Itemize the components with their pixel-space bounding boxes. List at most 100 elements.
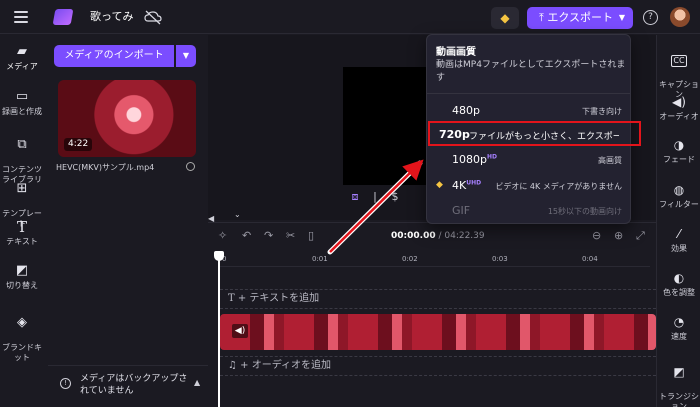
export-label: エクスポート <box>547 11 614 24</box>
scissors-icon[interactable]: ✂ <box>286 229 295 242</box>
rnav-effects[interactable]: ⁄ 効果 <box>657 227 700 254</box>
option-4k[interactable]: ◆ 4KUHD ビデオに 4K メディアがありません <box>427 176 630 196</box>
rnav-label: 速度 <box>671 332 687 341</box>
text-icon: T <box>16 218 27 236</box>
music-note-icon: ♫ <box>228 360 237 371</box>
nav-label: 録画と作成 <box>2 107 42 116</box>
speaker-icon: ◀) <box>672 95 686 109</box>
rnav-filters[interactable]: ◍ フィルター <box>657 183 700 210</box>
rnav-captions[interactable]: CC キャプショ ン <box>657 45 700 100</box>
video-preview[interactable] <box>343 67 429 185</box>
zoom-in-icon[interactable]: ⊕ <box>614 229 623 242</box>
nav-item-brand-kit[interactable]: ◈ ブランドキ ット <box>0 306 44 363</box>
rnav-label: オーディオ <box>659 112 699 121</box>
playhead[interactable] <box>214 251 224 407</box>
rnav-color[interactable]: ◐ 色を調整 <box>657 271 700 298</box>
menu-description: 動画はMP4ファイルとしてエクスポートされます <box>436 60 626 83</box>
nav-item-transitions[interactable]: ◩ 切り替え <box>0 264 44 291</box>
rnav-fade[interactable]: ◑ フェード <box>657 138 700 165</box>
app-logo <box>52 9 74 25</box>
filter-icon: ◍ <box>673 183 685 197</box>
info-icon: ! <box>60 378 71 389</box>
tick-label: 0:02 <box>402 255 418 263</box>
text-icon: T <box>228 293 235 304</box>
option-description: 高画質 <box>598 156 622 165</box>
option-description: 15秒以下の動画向け <box>547 207 622 216</box>
color-icon: ◐ <box>673 271 685 285</box>
chevron-up-icon: ▲ <box>194 378 201 387</box>
undo-icon[interactable]: ↶ <box>242 229 251 242</box>
nav-item-record[interactable]: ▭ 録画と作成 <box>0 90 44 117</box>
video-clip[interactable]: ◀) <box>220 314 656 350</box>
zoom-out-icon[interactable]: ⊖ <box>592 229 601 242</box>
premium-gem-button[interactable]: ◆ <box>491 7 519 29</box>
option-480p[interactable]: 480p 下書き向け <box>427 101 630 121</box>
current-time: 00:00.00 <box>391 231 436 241</box>
nav-label: テキスト <box>6 237 38 246</box>
chevron-down-icon: ▼ <box>618 13 625 22</box>
transition-icon: ◩ <box>673 365 685 379</box>
speaker-icon[interactable]: ◀) <box>232 324 248 338</box>
export-button[interactable]: ⤒ エクスポート ▼ <box>527 7 633 29</box>
chevron-down-icon: ▼ <box>182 51 190 60</box>
dollar-icon[interactable]: $ <box>385 190 405 203</box>
fade-icon: ◑ <box>673 138 685 152</box>
preview-toolbar: ⧈ | $ <box>345 190 415 206</box>
trash-icon[interactable]: ▯ <box>308 229 314 242</box>
text-track[interactable]: T + テキストを追加 <box>220 289 656 309</box>
cloud-off-icon[interactable] <box>144 9 162 25</box>
media-panel: メディアのインポート ▼ 4:22 HEVC(MKV)サンプル.mp4 ! メデ… <box>44 35 208 407</box>
nav-item-text[interactable]: T テキスト <box>0 220 44 247</box>
rnav-label: フェード <box>663 155 695 164</box>
tick-label: 0:03 <box>492 255 508 263</box>
import-options-button[interactable]: ▼ <box>176 45 196 67</box>
timecode: 00:00.00 / 04:22.39 <box>391 231 485 241</box>
option-resolution: 480p <box>452 104 480 117</box>
rnav-transitions[interactable]: ◩ トランジシ ョン <box>657 355 700 407</box>
gem-icon: ◆ <box>500 11 510 25</box>
timeline-ruler[interactable]: 0 0:01 0:02 0:03 0:04 <box>220 253 650 267</box>
timeline: ✧ ↶ ↷ ✂ ▯ 00:00.00 / 04:22.39 ⊖ ⊕ ⤢ 0 0:… <box>208 222 656 407</box>
redo-icon[interactable]: ↷ <box>264 229 273 242</box>
option-1080p[interactable]: 1080pHD 高画質 <box>427 150 630 170</box>
speed-icon: ◔ <box>673 315 685 329</box>
wand-icon: ⁄ <box>677 227 680 241</box>
menu-icon[interactable] <box>14 11 28 23</box>
option-gif: GIF 15秒以下の動画向け <box>427 201 630 221</box>
nav-item-media[interactable]: ▰ メディア <box>0 45 44 72</box>
nav-label: 切り替え <box>6 281 38 290</box>
gem-icon: ◆ <box>436 180 443 190</box>
check-circle-icon <box>186 162 195 171</box>
option-resolution: GIF <box>452 204 471 217</box>
library-icon: ⧉ <box>17 137 27 152</box>
media-thumbnail[interactable]: 4:22 <box>58 80 196 157</box>
rnav-audio[interactable]: ◀) オーディオ <box>657 95 700 122</box>
help-icon[interactable]: ? <box>643 10 658 25</box>
add-audio-label: + オーディオを追加 <box>240 360 332 371</box>
camera-icon: ▭ <box>15 89 29 104</box>
import-media-button[interactable]: メディアのインポート <box>54 45 174 67</box>
audio-track[interactable]: ♫ + オーディオを追加 <box>220 356 656 376</box>
chevron-down-icon[interactable]: ⌄ <box>234 210 241 219</box>
tick-label: 0:04 <box>582 255 598 263</box>
nav-label: メディア <box>6 62 38 71</box>
avatar[interactable] <box>670 7 690 27</box>
menu-title: 動画画質 <box>436 47 476 58</box>
total-time: / 04:22.39 <box>438 231 485 241</box>
backup-notice[interactable]: ! メディアはバックアップされていません ▲ <box>48 365 208 407</box>
grid-icon: ⊞ <box>16 181 28 196</box>
magic-icon[interactable]: ⧈ <box>345 190 365 204</box>
brand-icon: ◈ <box>17 315 27 330</box>
right-nav: CC キャプショ ン ◀) オーディオ ◑ フェード ◍ フィルター ⁄ 効果 … <box>656 35 700 407</box>
rnav-label: 色を調整 <box>663 288 695 297</box>
magic-edit-icon[interactable]: ✧ <box>218 229 227 242</box>
divider <box>427 93 630 94</box>
fit-icon[interactable]: ⤢ <box>636 229 645 243</box>
rnav-label: トランジシ ョン <box>659 392 699 407</box>
rnav-label: フィルター <box>659 200 699 209</box>
timeline-toolbar: ✧ ↶ ↷ ✂ ▯ 00:00.00 / 04:22.39 ⊖ ⊕ ⤢ <box>208 223 656 249</box>
option-resolution-text: 1080p <box>452 153 487 166</box>
project-title[interactable]: 歌ってみ <box>84 6 139 28</box>
rnav-speed[interactable]: ◔ 速度 <box>657 315 700 342</box>
option-description: ビデオに 4K メディアがありません <box>495 182 622 191</box>
